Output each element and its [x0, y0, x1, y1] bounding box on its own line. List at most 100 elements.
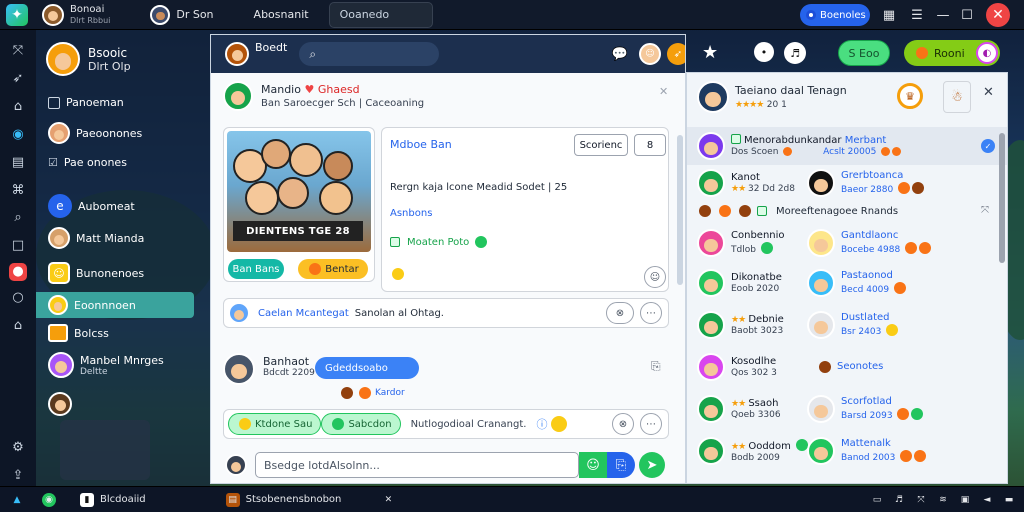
chat-search-input[interactable]: ⌕	[299, 42, 440, 66]
record-icon[interactable]: ●	[9, 262, 27, 281]
scrollbar-thumb[interactable]	[677, 135, 683, 285]
art-chip-button[interactable]: Ban Bans	[228, 259, 284, 279]
top-search-input[interactable]: Ooanedo	[328, 1, 433, 28]
avatar[interactable]	[223, 353, 255, 385]
taskbar-item[interactable]: ▤ Stsobenensbnobon	[225, 492, 341, 507]
post-author[interactable]: Mandio	[261, 83, 301, 96]
sidebar-item[interactable]: ☑ Pae onones	[36, 156, 196, 169]
more-icon[interactable]: ⋯	[640, 413, 662, 435]
friend-info-icon[interactable]: ✓	[981, 139, 995, 153]
friend-row[interactable]: Scorfotlad Barsd 2093	[807, 395, 924, 423]
menu-icon[interactable]: ☰	[904, 0, 930, 30]
browser-icon[interactable]: ◉	[42, 492, 56, 507]
message-bubble[interactable]: Gdeddsoabo	[315, 357, 419, 379]
reaction-left-button[interactable]: Ktdone Sau	[228, 413, 322, 435]
battery-icon[interactable]: ▬	[1002, 493, 1016, 507]
profile-icon[interactable]: ☺	[639, 43, 661, 65]
sidebar-item[interactable]: Paeoonones	[36, 122, 196, 144]
reply-bar[interactable]: Caelan Mcantegat Sanolan al Ohtag. ⊗ ⋯	[223, 298, 669, 328]
group-expand-icon[interactable]: ⤧	[981, 205, 989, 216]
friend-row[interactable]: Grerbtoanca Baeor 2880	[807, 169, 925, 197]
avatar[interactable]	[223, 81, 253, 111]
search-icon[interactable]: ⌕	[7, 207, 29, 229]
headset-icon[interactable]: ♬	[784, 42, 806, 64]
rocket-icon[interactable]: ➶	[7, 68, 29, 90]
sidebar-item[interactable]: Bolcss	[36, 324, 196, 342]
network-icon[interactable]: ▣	[958, 493, 972, 507]
message-author[interactable]: Banhaot	[263, 355, 315, 368]
screen-icon[interactable]: ▭	[870, 493, 884, 507]
friend-row[interactable]: Mattenalk Banod 2003	[807, 437, 927, 465]
sidebar-item[interactable]: e Aubomeat	[36, 194, 196, 218]
card-tag[interactable]: Moaten Poto	[390, 236, 488, 248]
app-logo[interactable]: ✦	[6, 3, 28, 26]
minimize-icon[interactable]: —	[930, 0, 956, 30]
link-icon[interactable]: ⊗	[606, 302, 634, 324]
friend-row[interactable]: ★★ Ooddom Bodb 2009	[697, 437, 809, 465]
reaction-mid-button[interactable]: Sabcdon	[321, 413, 401, 435]
reply-link[interactable]: Caelan Mcantegat	[258, 308, 349, 319]
share-icon[interactable]: ⤧	[914, 493, 928, 507]
tab-user[interactable]: Dr Son	[150, 4, 214, 25]
sidebar-item[interactable]: Manbel Mnrges Deltte	[36, 352, 196, 378]
art-chip2-button[interactable]: Bentar	[298, 259, 368, 279]
speaker-icon[interactable]: ◄	[980, 493, 994, 507]
friend-row[interactable]: Conbennio Tdlob	[697, 229, 785, 257]
game-post-card[interactable]: DIENTENS TGE 28 Ban Bans Bentar	[223, 127, 375, 282]
panel-close-icon[interactable]: ✕	[983, 85, 994, 100]
message-input[interactable]: Bsedge lotdAlsolnn...	[255, 452, 579, 478]
friend-row-featured[interactable]: Menorabdunkandar Merbant Dos Scoen Acslt…	[687, 127, 1007, 165]
circle-icon[interactable]: ○	[7, 287, 29, 309]
link-icon[interactable]: ⊗	[612, 413, 634, 435]
square-icon[interactable]: □	[7, 235, 29, 257]
star-icon[interactable]: ★	[702, 42, 718, 63]
info-icon[interactable]: ⓘ	[536, 416, 547, 432]
grid-view-icon[interactable]: ▦	[876, 0, 902, 30]
friends-scrollbar[interactable]	[999, 133, 1005, 263]
chat-bubble-icon[interactable]: 💬	[609, 43, 631, 65]
upload-icon[interactable]: ⇪	[7, 464, 29, 486]
add-friend-icon[interactable]: ☃	[943, 81, 971, 113]
pin-icon[interactable]: ✕	[659, 85, 668, 98]
emoji-icon[interactable]	[392, 268, 404, 280]
friend-row[interactable]: Seonotes	[817, 361, 883, 373]
orange-action-button[interactable]: Rooni ◐	[904, 40, 1000, 66]
friend-row[interactable]: Dustlated Bsr 2403	[807, 311, 899, 339]
notification-icon[interactable]: •	[754, 42, 774, 62]
post-tag[interactable]: Ghaesd	[318, 83, 360, 96]
status-button[interactable]: Boenoles	[800, 4, 870, 26]
friend-row[interactable]: Kanot ★★ 32 Dd 2d8	[697, 169, 795, 197]
maximize-icon[interactable]: ☐	[954, 0, 980, 30]
attach-button[interactable]: ⎘	[607, 452, 635, 478]
reaction-icon[interactable]: ☺	[644, 266, 666, 288]
close-icon[interactable]: ✕	[986, 3, 1010, 27]
sidebar-header[interactable]: Bsooic Dlrt Olp	[36, 30, 210, 76]
card-count-button[interactable]: 8	[634, 134, 666, 156]
pin-icon[interactable]: ✕	[381, 493, 395, 507]
friend-row[interactable]: Dikonatbe Eoob 2020	[697, 269, 782, 297]
trophy-icon[interactable]: ♛	[897, 83, 923, 109]
emoji-picker-button[interactable]: ☺	[579, 452, 607, 478]
scrollbar[interactable]	[677, 127, 685, 467]
message-reactions[interactable]: Kardor	[339, 387, 405, 399]
avatar[interactable]	[225, 42, 249, 66]
sidebar-item[interactable]: Panoeman	[36, 96, 196, 109]
sidebar-item[interactable]	[36, 392, 196, 416]
tab-secondary[interactable]: Abosnanit	[254, 8, 309, 21]
card-action-button[interactable]: Scorienc	[574, 134, 628, 156]
sidebar-item[interactable]: Matt Mianda	[36, 227, 196, 249]
friend-row[interactable]: Kosodlhe Qos 302 3	[697, 353, 777, 381]
headset-icon[interactable]: ♬	[892, 493, 906, 507]
globe-icon[interactable]: ◉	[7, 124, 29, 146]
start-icon[interactable]: ▲	[10, 493, 24, 507]
gamepad-icon[interactable]: ⌘	[7, 179, 29, 201]
emoji-icon[interactable]	[551, 416, 568, 432]
friend-row[interactable]: ★★ Debnie Baobt 3023	[697, 311, 784, 339]
card-sub-link[interactable]: Asnbons	[390, 208, 432, 219]
wifi-icon[interactable]: ≋	[936, 493, 950, 507]
taskbar-item[interactable]: ▮ Blcdoaiid	[80, 492, 146, 507]
rocket-icon[interactable]: ➶	[667, 43, 685, 65]
send-button[interactable]: ➤	[639, 452, 665, 478]
sidebar-item[interactable]: ☺ Bunonenoes	[36, 262, 196, 284]
green-action-button[interactable]: S Eoo	[838, 40, 890, 66]
